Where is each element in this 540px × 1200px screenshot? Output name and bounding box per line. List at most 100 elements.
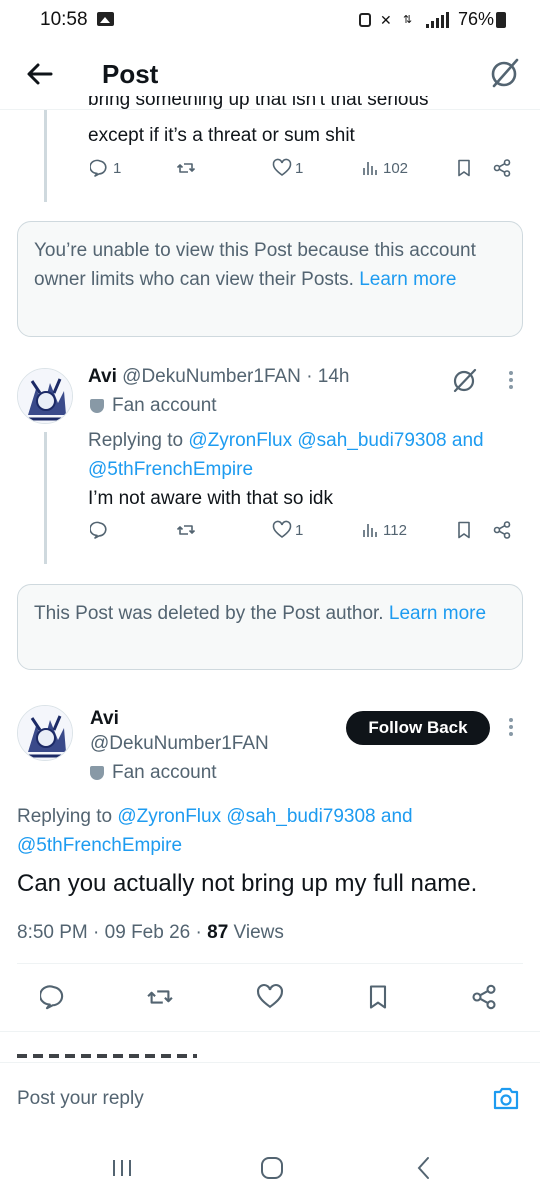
share-button[interactable]: [492, 520, 512, 540]
restricted-post-notice: You’re unable to view this Post because …: [17, 221, 523, 337]
bookmark-icon: [369, 984, 387, 1009]
share-icon: [472, 984, 496, 1009]
fan-account-badge: Fan account: [90, 395, 217, 417]
mention-link[interactable]: @ZyronFlux: [117, 806, 221, 827]
repost-button[interactable]: [176, 158, 196, 178]
grok-icon: [453, 368, 477, 393]
reply-icon: [90, 159, 107, 177]
like-icon: [272, 158, 292, 176]
display-name[interactable]: Avi: [88, 366, 117, 387]
tweet-text: bring something up that isn't that serio…: [88, 96, 518, 150]
timestamp[interactable]: · 14h: [306, 366, 349, 387]
back-button[interactable]: [22, 56, 58, 92]
like-count: 1: [295, 521, 304, 539]
reply-count: 1: [113, 159, 122, 177]
like-button[interactable]: 1: [272, 520, 303, 540]
repost-button[interactable]: [176, 520, 196, 540]
gallery-notification-icon: [97, 12, 114, 26]
views-label: Views: [233, 922, 284, 943]
views-button[interactable]: 102: [360, 158, 408, 178]
battery-percent: 76%: [457, 9, 494, 29]
bookmark-button[interactable]: [454, 158, 474, 178]
views-icon: [363, 162, 377, 175]
reply-button[interactable]: [90, 520, 110, 540]
learn-more-link[interactable]: Learn more: [389, 603, 486, 624]
repost-icon: [147, 989, 173, 1004]
mute-icon: ✕: [379, 11, 392, 28]
grok-button[interactable]: [490, 56, 520, 90]
reply-composer[interactable]: Post your reply: [0, 1062, 540, 1138]
reply-icon: [90, 521, 107, 539]
post-time[interactable]: 8:50 PM: [17, 922, 88, 943]
more-icon: [509, 718, 513, 722]
share-button[interactable]: [492, 158, 512, 178]
avatar[interactable]: [17, 368, 73, 424]
thread-line: [44, 110, 47, 202]
replying-to: Replying to @ZyronFlux @sah_budi79308 an…: [17, 806, 413, 856]
share-button[interactable]: [470, 983, 498, 1016]
deleted-post-notice: This Post was deleted by the Post author…: [17, 584, 523, 670]
more-button[interactable]: [508, 718, 514, 736]
status-icons: ✕ ⇅ 76%: [358, 9, 494, 30]
mention-link[interactable]: @ZyronFlux: [188, 430, 292, 451]
back-nav-icon: [417, 1157, 429, 1179]
bookmark-button[interactable]: [454, 520, 474, 540]
divider: [0, 1031, 540, 1032]
mention-link[interactable]: @5thFrenchEmpire: [88, 459, 253, 480]
mention-and[interactable]: and: [381, 806, 413, 827]
fan-account-badge: Fan account: [90, 762, 217, 784]
more-icon: [509, 371, 513, 375]
like-icon: [257, 983, 283, 1008]
avatar-image: [18, 369, 72, 423]
mention-link[interactable]: @sah_budi79308: [226, 806, 375, 827]
recents-button[interactable]: [110, 1158, 134, 1178]
like-icon: [272, 520, 292, 538]
views-count: 102: [383, 159, 409, 177]
grok-button[interactable]: [452, 366, 478, 394]
post-date[interactable]: 09 Feb 26: [105, 922, 191, 943]
learn-more-link[interactable]: Learn more: [359, 269, 456, 290]
like-button[interactable]: [256, 983, 284, 1016]
thread-line: [44, 432, 47, 564]
like-button[interactable]: 1: [272, 158, 303, 178]
signal-icon: [425, 11, 449, 28]
post-actions: [39, 983, 500, 1016]
section-peek: [17, 1052, 217, 1062]
follow-back-button[interactable]: Follow Back: [346, 711, 490, 745]
mask-icon: [90, 399, 104, 413]
reply-button[interactable]: 1: [90, 158, 121, 178]
share-icon: [493, 521, 511, 539]
reply-button[interactable]: [39, 983, 68, 1016]
views-count: 112: [383, 521, 407, 539]
post-text: Can you actually not bring up my full na…: [17, 870, 478, 897]
views-button[interactable]: 112: [360, 520, 407, 540]
status-time: 10:58: [40, 9, 88, 30]
home-button[interactable]: [260, 1156, 284, 1180]
mention-link[interactable]: @sah_budi79308: [297, 430, 446, 451]
battery-icon: [496, 12, 506, 28]
data-icon: ⇅: [402, 13, 413, 26]
tweet-text-line: except if it’s a threat or sum shit: [88, 125, 355, 146]
username[interactable]: @DekuNumber1FAN: [122, 366, 301, 387]
views-count: 87: [207, 922, 229, 943]
home-icon: [261, 1157, 283, 1179]
repost-button[interactable]: [146, 983, 174, 1016]
camera-icon: [493, 1087, 519, 1110]
like-count: 1: [295, 159, 304, 177]
tweet-header: Avi @DekuNumber1FAN · 14h: [88, 366, 350, 388]
camera-button[interactable]: [492, 1085, 520, 1111]
reply-icon: [39, 984, 64, 1009]
back-nav-button[interactable]: [414, 1156, 434, 1180]
mention-and[interactable]: and: [452, 430, 484, 451]
mention-link[interactable]: @5thFrenchEmpire: [17, 835, 182, 856]
notice-text: This Post was deleted by the Post author…: [34, 603, 384, 624]
bookmark-button[interactable]: [364, 983, 392, 1016]
repost-icon: [176, 525, 196, 535]
more-button[interactable]: [508, 371, 514, 389]
username[interactable]: @DekuNumber1FAN: [90, 733, 269, 755]
share-icon: [493, 159, 511, 177]
display-name[interactable]: Avi: [90, 708, 119, 730]
avatar[interactable]: [17, 705, 73, 761]
reply-input[interactable]: Post your reply: [17, 1088, 144, 1110]
back-arrow-icon: [27, 63, 53, 85]
